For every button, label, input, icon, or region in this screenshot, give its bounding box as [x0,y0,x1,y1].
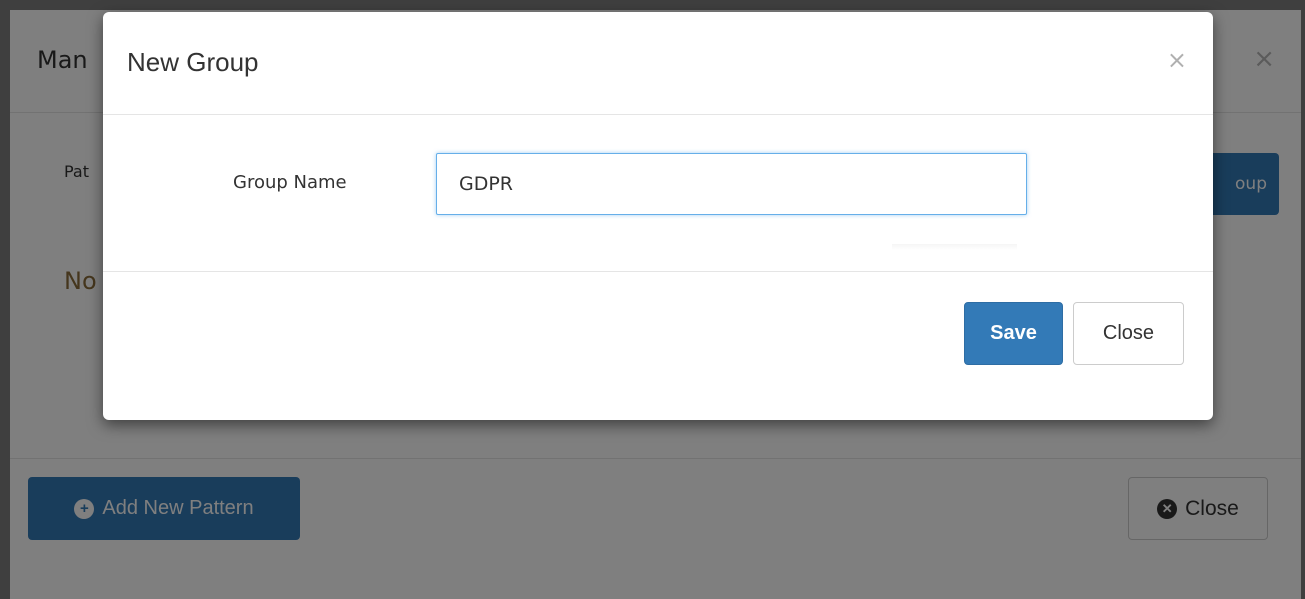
group-name-input[interactable] [436,153,1027,215]
save-button[interactable]: Save [964,302,1063,365]
close-button[interactable]: Close [1073,302,1184,365]
dialog-close-icon[interactable]: × [1167,48,1187,72]
group-name-label: Group Name [233,172,347,193]
dialog-title: New Group [127,47,259,77]
dialog-header: New Group × [103,12,1213,115]
new-group-dialog: New Group × Group Name Save Close [103,12,1213,420]
form-shadow-strip [892,244,1017,250]
